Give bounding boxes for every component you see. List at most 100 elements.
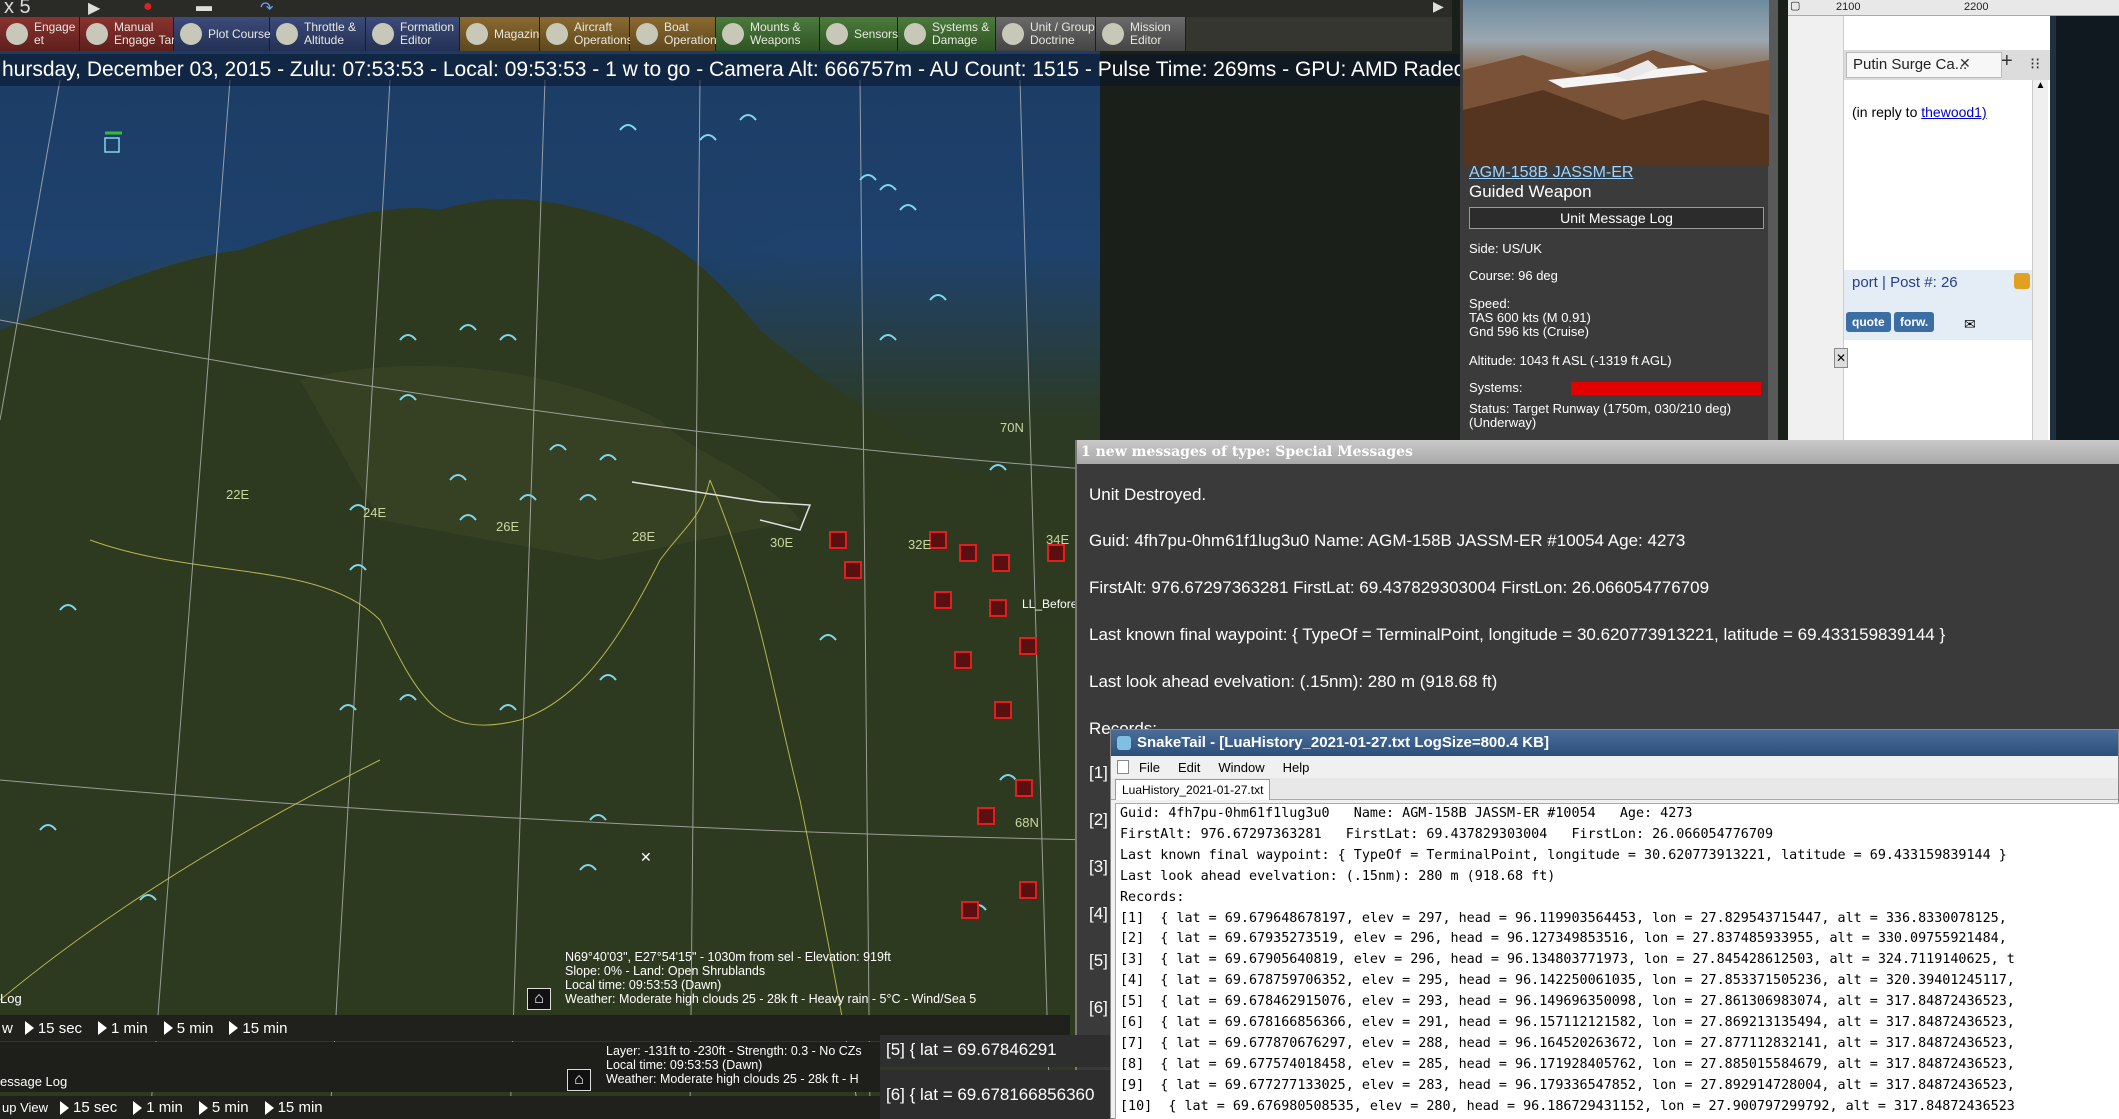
tactical-map[interactable]: ✕ 70N 68N 22E 24E 26E 28E 30E 32E 34E LL… [0, 0, 1100, 1119]
toolbar-expand-icon[interactable]: ▶ [1433, 0, 1444, 15]
rating-icon[interactable] [2014, 273, 2030, 289]
mail-icon[interactable]: ✉ [1964, 316, 1976, 333]
log-line: [2] { lat = 69.67935273519, elev = 296, … [1120, 931, 2007, 947]
grid-icon[interactable]: ⁝⁝ [2030, 54, 2040, 74]
forward-button[interactable]: forw. [1894, 312, 1935, 332]
log-line: FirstAlt: 976.67297363281 FirstLat: 69.4… [1120, 826, 1774, 842]
tab-close-icon[interactable]: ✕ [1959, 55, 1971, 72]
engage-icon [6, 23, 28, 45]
lat-68-label: 68N [1015, 815, 1039, 830]
unit-name-link[interactable]: AGM-158B JASSM-ER [1469, 164, 1633, 182]
toolbar-button-7[interactable]: Boat Operations [630, 17, 723, 51]
reply-prefix: (in reply to [1852, 104, 1918, 120]
time-15sec-button-2[interactable]: 15 sec [54, 1099, 127, 1116]
msg-first: FirstAlt: 976.67297363281 FirstLat: 69.4… [1089, 578, 1710, 597]
home-icon[interactable]: ⌂ [527, 988, 551, 1010]
toolbar-button-9[interactable]: Sensors [820, 17, 898, 51]
time-compression-bar-2: up View 15 sec 1 min 5 min 15 min [0, 1096, 880, 1119]
mounts-icon [722, 23, 744, 45]
cursor-coords: N69°40'03", E27°54'15" - 1030m from sel … [565, 950, 891, 964]
toolbar-button-12[interactable]: Mission Editor [1096, 17, 1186, 51]
menu-file[interactable]: File [1139, 760, 1160, 775]
snaketail-file-tab[interactable]: LuaHistory_2021-01-27.txt [1115, 779, 1271, 800]
time-15sec-button[interactable]: 15 sec [19, 1020, 92, 1037]
unit-photo-art [1463, 50, 1769, 166]
toolbar-button-label: Plot Course [208, 26, 271, 41]
record-icon[interactable]: ● [143, 0, 153, 16]
time-5min-label-2: 5 min [211, 1099, 249, 1116]
play-icon [264, 1100, 274, 1115]
play-icon [229, 1021, 239, 1035]
time-15min-button-2[interactable]: 15 min [259, 1099, 333, 1116]
post-report-line[interactable]: port | Post #: 26 [1852, 274, 1958, 291]
cursor-localtime: Local time: 09:53:53 (Dawn) [565, 978, 722, 992]
home-icon-2[interactable]: ⌂ [567, 1069, 591, 1091]
menu-help[interactable]: Help [1283, 760, 1310, 775]
cursor-terrain: Slope: 0% - Land: Open Shrublands [565, 964, 766, 978]
toolbar-button-11[interactable]: Unit / Group Doctrine [996, 17, 1096, 51]
quote-button[interactable]: quote [1846, 312, 1891, 332]
play-icon[interactable]: ▶ [88, 0, 100, 18]
log-line: [3] { lat = 69.67905640819, elev = 296, … [1120, 952, 2015, 968]
aircraft-icon [546, 23, 568, 45]
unit-side: Side: US/UK [1469, 241, 1542, 256]
timebar-prefix: w [2, 1019, 13, 1037]
browser-scrollbar[interactable]: ▲ [2032, 80, 2048, 440]
toolbar-button-2[interactable]: Plot Course [174, 17, 271, 51]
stop-icon[interactable]: ▬ [196, 0, 212, 16]
time-15sec-label-2: 15 sec [73, 1099, 118, 1116]
unit-altitude: Altitude: 1043 ft ASL (-1319 ft AGL) [1469, 353, 1672, 368]
log-line: [4] { lat = 69.678759706352, elev = 295,… [1120, 973, 2015, 989]
menu-window[interactable]: Window [1218, 760, 1264, 775]
menu-edit[interactable]: Edit [1178, 760, 1200, 775]
msg-guid: Guid: 4fh7pu-0hm61f1lug3u0 Name: AGM-158… [1089, 531, 1686, 550]
unit-info-panel: AGM-158B JASSM-ER Guided Weapon Unit Mes… [1460, 0, 1778, 440]
unit-status-2: (Underway) [1469, 415, 1537, 430]
new-tab-icon[interactable]: + [2001, 50, 2013, 73]
time-1min-button[interactable]: 1 min [92, 1020, 158, 1037]
time-15min-label: 15 min [242, 1019, 288, 1037]
unit-type: Guided Weapon [1469, 182, 1592, 201]
snaketail-log-view[interactable]: Guid: 4fh7pu-0hm61f1lug3u0 Name: AGM-158… [1115, 803, 2119, 1119]
lon-34-label: 34E [1046, 532, 1070, 547]
browser-tab[interactable]: Putin Surge Ca... [1846, 52, 2002, 78]
formation-icon [372, 23, 394, 45]
snaketail-titlebar[interactable]: SnakeTail - [LuaHistory_2021-01-27.txt L… [1111, 730, 2118, 756]
scroll-up-icon[interactable]: ▲ [2033, 80, 2048, 91]
log-line: Last known final waypoint: { TypeOf = Te… [1120, 847, 2007, 863]
msg-record-6-fragment: [6] { lat = 69.678166856360 [880, 1070, 1110, 1119]
boat-icon [636, 23, 658, 45]
time-5min-button[interactable]: 5 min [158, 1020, 224, 1037]
toolbar-button-label: Boat Operations [664, 20, 723, 47]
status-line: hursday, December 03, 2015 - Zulu: 07:53… [0, 54, 1460, 86]
reply-user-link[interactable]: thewood1) [1921, 104, 1986, 120]
redo-icon[interactable]: ↷ [260, 0, 273, 18]
course-icon [180, 23, 202, 45]
snaketail-window: SnakeTail - [LuaHistory_2021-01-27.txt L… [1110, 729, 2119, 1119]
cursor-info-panel: N69°40'03", E27°54'15" - 1030m from sel … [565, 950, 976, 1006]
time-1min-button-2[interactable]: 1 min [127, 1099, 193, 1116]
ll-before-label: LL_Before [1022, 597, 1078, 611]
ruler-box-icon: ▢ [1790, 0, 1801, 12]
toolbar-button-0[interactable]: Engage et [0, 17, 80, 51]
msg-record-2: [2] [1089, 810, 1108, 829]
log-line: Records: [1120, 889, 1185, 905]
unit-message-log-button[interactable]: Unit Message Log [1469, 207, 1764, 229]
log-line: [1] { lat = 69.679648678197, elev = 297,… [1120, 910, 2007, 926]
time-15min-button[interactable]: 15 min [223, 1020, 297, 1037]
toolbar-button-8[interactable]: Mounts & Weapons [716, 17, 820, 51]
layer-weather: Weather: Moderate high clouds 25 - 28k f… [606, 1072, 859, 1086]
panel-close-icon[interactable]: ✕ [1834, 348, 1848, 368]
toolbar-button-6[interactable]: Aircraft Operations [540, 17, 633, 51]
toolbar-button-4[interactable]: Formation Editor [366, 17, 460, 51]
playback-strip: x 5 ▶ ● ▬ ↷ ▶ [0, 0, 1452, 18]
unit-course: Course: 96 deg [1469, 268, 1558, 283]
toolbar-button-5[interactable]: Magazines [460, 17, 552, 51]
messages-titlebar[interactable]: 1 new messages of type: Special Messages [1077, 440, 2119, 464]
toolbar-button-1[interactable]: Manual Engage Target [80, 17, 192, 51]
toolbar-button-3[interactable]: Throttle & Altitude [270, 17, 366, 51]
systems-icon [904, 23, 926, 45]
time-5min-button-2[interactable]: 5 min [193, 1099, 259, 1116]
snaketail-title: SnakeTail - [LuaHistory_2021-01-27.txt L… [1137, 734, 1549, 751]
toolbar-button-10[interactable]: Systems & Damage [898, 17, 996, 51]
